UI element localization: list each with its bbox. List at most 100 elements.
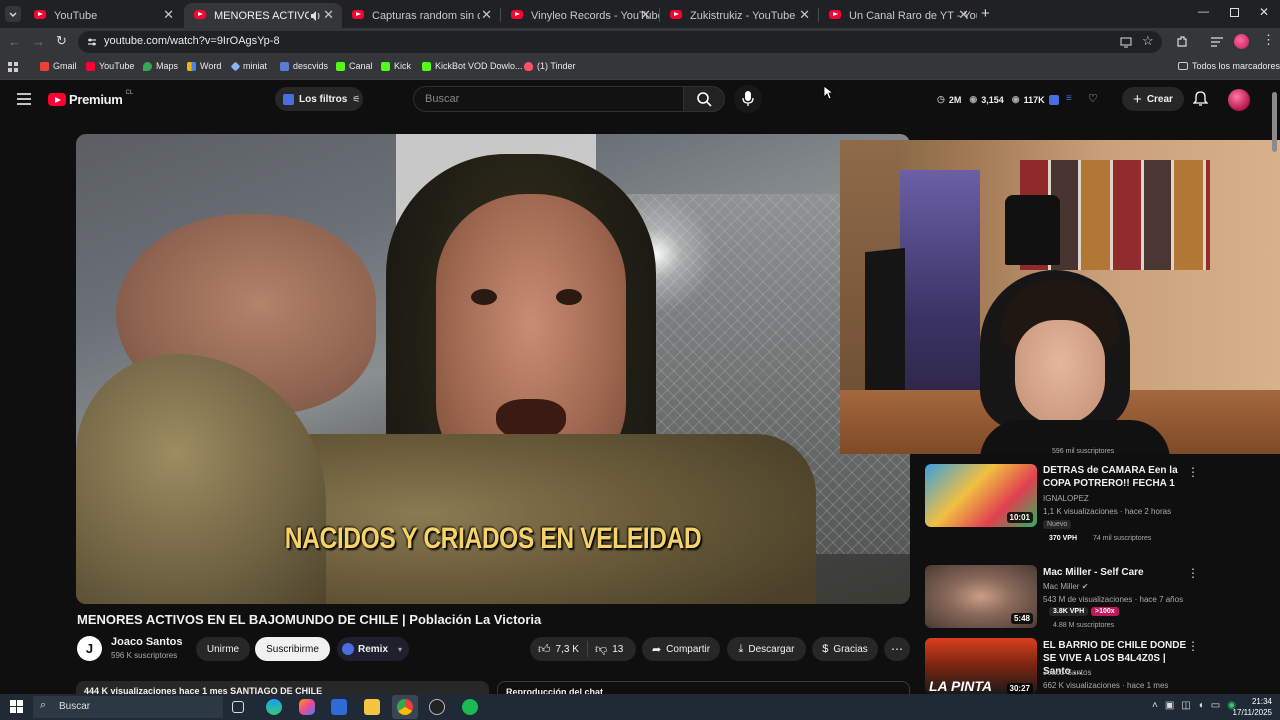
copilot-icon[interactable]	[299, 699, 315, 715]
video-thumbnail[interactable]: 10:01	[925, 464, 1037, 527]
remix-button[interactable]: Remix ▾	[337, 637, 409, 661]
chrome-icon[interactable]	[397, 699, 413, 715]
profile-avatar[interactable]	[1234, 34, 1249, 49]
more-vertical-icon[interactable]: ⋮	[1187, 566, 1199, 580]
download-button[interactable]: ⤓ Descargar	[727, 637, 806, 661]
tab-label: Capturas random sin contexto	[372, 9, 480, 22]
youtube-logo[interactable]: Premium CL	[48, 90, 133, 107]
recommendation-item[interactable]: 10:01 DETRAS de CAMARA Een la COPA POTRE…	[925, 464, 1245, 554]
close-tab-icon[interactable]: ✕	[163, 7, 174, 23]
mouse-cursor-icon	[823, 85, 833, 100]
youtube-play-icon	[48, 93, 66, 106]
chevron-up-icon[interactable]: ˄	[1152, 700, 1158, 711]
network-icon[interactable]: ◫	[1181, 700, 1190, 711]
tab-search-button[interactable]	[5, 6, 21, 22]
browser-tab[interactable]: Un Canal Raro de YT - YouTube ✕	[819, 3, 977, 28]
account-avatar[interactable]	[1228, 89, 1250, 111]
subscribe-button[interactable]: Suscribirme	[255, 637, 330, 661]
channel-avatar[interactable]: J	[77, 636, 102, 661]
notifications-bell-icon[interactable]	[1193, 91, 1208, 107]
bookmark-kickbot[interactable]: KickBot VOD Dowlo...	[422, 61, 523, 71]
extension-icon-3[interactable]: ♡	[1088, 92, 1098, 105]
search-input[interactable]: Buscar	[413, 86, 683, 112]
recommendation-item[interactable]: LA PINTA 30:27 EL BARRIO DE CHILE DONDE …	[925, 638, 1245, 694]
task-view-icon[interactable]	[232, 701, 244, 713]
apps-grid-icon[interactable]	[8, 62, 19, 73]
edge-icon[interactable]	[266, 699, 282, 715]
bookmark-descvids[interactable]: descvids	[280, 61, 328, 71]
recommendation-channel[interactable]: Joaco Santos	[1043, 668, 1091, 677]
close-window-button[interactable]: ✕	[1259, 5, 1269, 19]
recommendation-channel-row[interactable]: Mac Miller ✔	[1043, 582, 1088, 591]
eye-icon: ◉	[1011, 94, 1020, 104]
back-button[interactable]: ←	[8, 34, 21, 49]
site-info-icon[interactable]	[86, 36, 98, 48]
extension-icon-1[interactable]	[1049, 95, 1059, 105]
address-bar[interactable]: youtube.com/watch?v=9IrOAgsYp-8 ☆	[78, 31, 1162, 53]
bookmark-canal[interactable]: Canal	[336, 61, 373, 71]
verified-icon: ✔	[1081, 582, 1089, 591]
camera-icon[interactable]: ▣	[1165, 700, 1174, 711]
thanks-button[interactable]: $ Gracias	[812, 637, 878, 661]
bookmark-tinder[interactable]: (1) Tinder	[524, 61, 576, 71]
dislike-button[interactable]: 👎︎ 13	[588, 642, 623, 657]
speaker-icon[interactable]	[310, 10, 322, 22]
video-thumbnail[interactable]: LA PINTA 30:27	[925, 638, 1037, 694]
extensions-icon[interactable]	[1175, 35, 1189, 49]
clock[interactable]: 21:34 17/11/2025	[1230, 696, 1272, 718]
store-icon[interactable]	[331, 699, 347, 715]
more-actions-button[interactable]: ⋯	[884, 637, 910, 661]
video-thumbnail[interactable]: 5:48	[925, 565, 1037, 628]
browser-tab[interactable]: Zukistrukiz - YouTube ✕	[660, 3, 818, 28]
restore-button[interactable]	[1230, 8, 1239, 17]
browser-tab[interactable]: Capturas random sin contexto ✕	[342, 3, 500, 28]
taskbar-search-input[interactable]: ⌕ Buscar	[33, 696, 223, 718]
create-button[interactable]: + Crear	[1122, 87, 1184, 111]
bookmark-gmail[interactable]: Gmail	[40, 61, 77, 71]
voice-search-button[interactable]	[734, 85, 762, 113]
close-tab-icon[interactable]: ✕	[799, 7, 810, 23]
minimize-button[interactable]: —	[1198, 6, 1209, 18]
bookmark-star-icon[interactable]: ☆	[1142, 33, 1154, 49]
hamburger-menu-icon[interactable]	[17, 93, 31, 105]
share-button[interactable]: ➦ Compartir	[642, 637, 720, 661]
like-button[interactable]: 👍︎ 7,3 K	[530, 641, 588, 657]
channel-name[interactable]: Joaco Santos	[111, 636, 183, 648]
video-player[interactable]: NACIDOS Y CRIADOS EN VELEIDAD	[76, 134, 910, 604]
speaker-icon[interactable]: ◖	[1198, 700, 1204, 711]
windows-start-icon[interactable]	[10, 700, 23, 713]
spotify-icon[interactable]	[462, 699, 478, 715]
all-bookmarks[interactable]: Todos los marcadores	[1178, 61, 1280, 71]
recommendation-channel[interactable]: IGNALOPEZ	[1043, 494, 1089, 503]
file-explorer-icon[interactable]	[364, 699, 380, 715]
bookmark-kick[interactable]: Kick	[381, 61, 411, 71]
install-app-icon[interactable]	[1120, 36, 1132, 48]
close-tab-icon[interactable]: ✕	[958, 7, 969, 23]
obs-icon[interactable]	[429, 699, 445, 715]
bookmark-miniat[interactable]: miniat	[230, 61, 267, 71]
join-button[interactable]: Unirme	[196, 637, 250, 661]
close-tab-icon[interactable]: ✕	[323, 7, 334, 23]
battery-icon[interactable]: ▭	[1211, 700, 1220, 711]
forward-button[interactable]: →	[32, 34, 45, 49]
bookmark-word[interactable]: Word	[187, 61, 221, 71]
browser-menu-icon[interactable]: ⋮	[1262, 32, 1275, 48]
browser-tab[interactable]: YouTube ✕	[24, 3, 182, 28]
browser-tab[interactable]: Vinyleo Records - YouTube ✕	[501, 3, 659, 28]
filters-button[interactable]: Los filtros ⚟	[275, 87, 363, 111]
reading-list-icon[interactable]	[1210, 36, 1224, 48]
more-vertical-icon[interactable]: ⋮	[1187, 639, 1199, 653]
page-scrollbar[interactable]	[1272, 92, 1277, 152]
new-tab-button[interactable]: +	[981, 5, 990, 22]
bookmark-youtube[interactable]: YouTube	[86, 61, 134, 71]
more-vertical-icon[interactable]: ⋮	[1187, 465, 1199, 479]
bookmark-maps[interactable]: Maps	[143, 61, 178, 71]
close-tab-icon[interactable]: ✕	[640, 7, 651, 23]
search-button[interactable]	[683, 86, 725, 112]
reload-button[interactable]: ↻	[56, 33, 67, 49]
system-tray[interactable]: ˄ ▣ ◫ ◖ ▭ ◉	[1152, 700, 1236, 711]
browser-tab-active[interactable]: MENORES ACTIVOS EN EL B ✕	[184, 3, 342, 28]
extension-icon-2[interactable]: ≡	[1066, 93, 1072, 104]
recommendation-item[interactable]: 5:48 Mac Miller - Self Care Mac Miller ✔…	[925, 565, 1245, 635]
close-tab-icon[interactable]: ✕	[481, 7, 492, 23]
